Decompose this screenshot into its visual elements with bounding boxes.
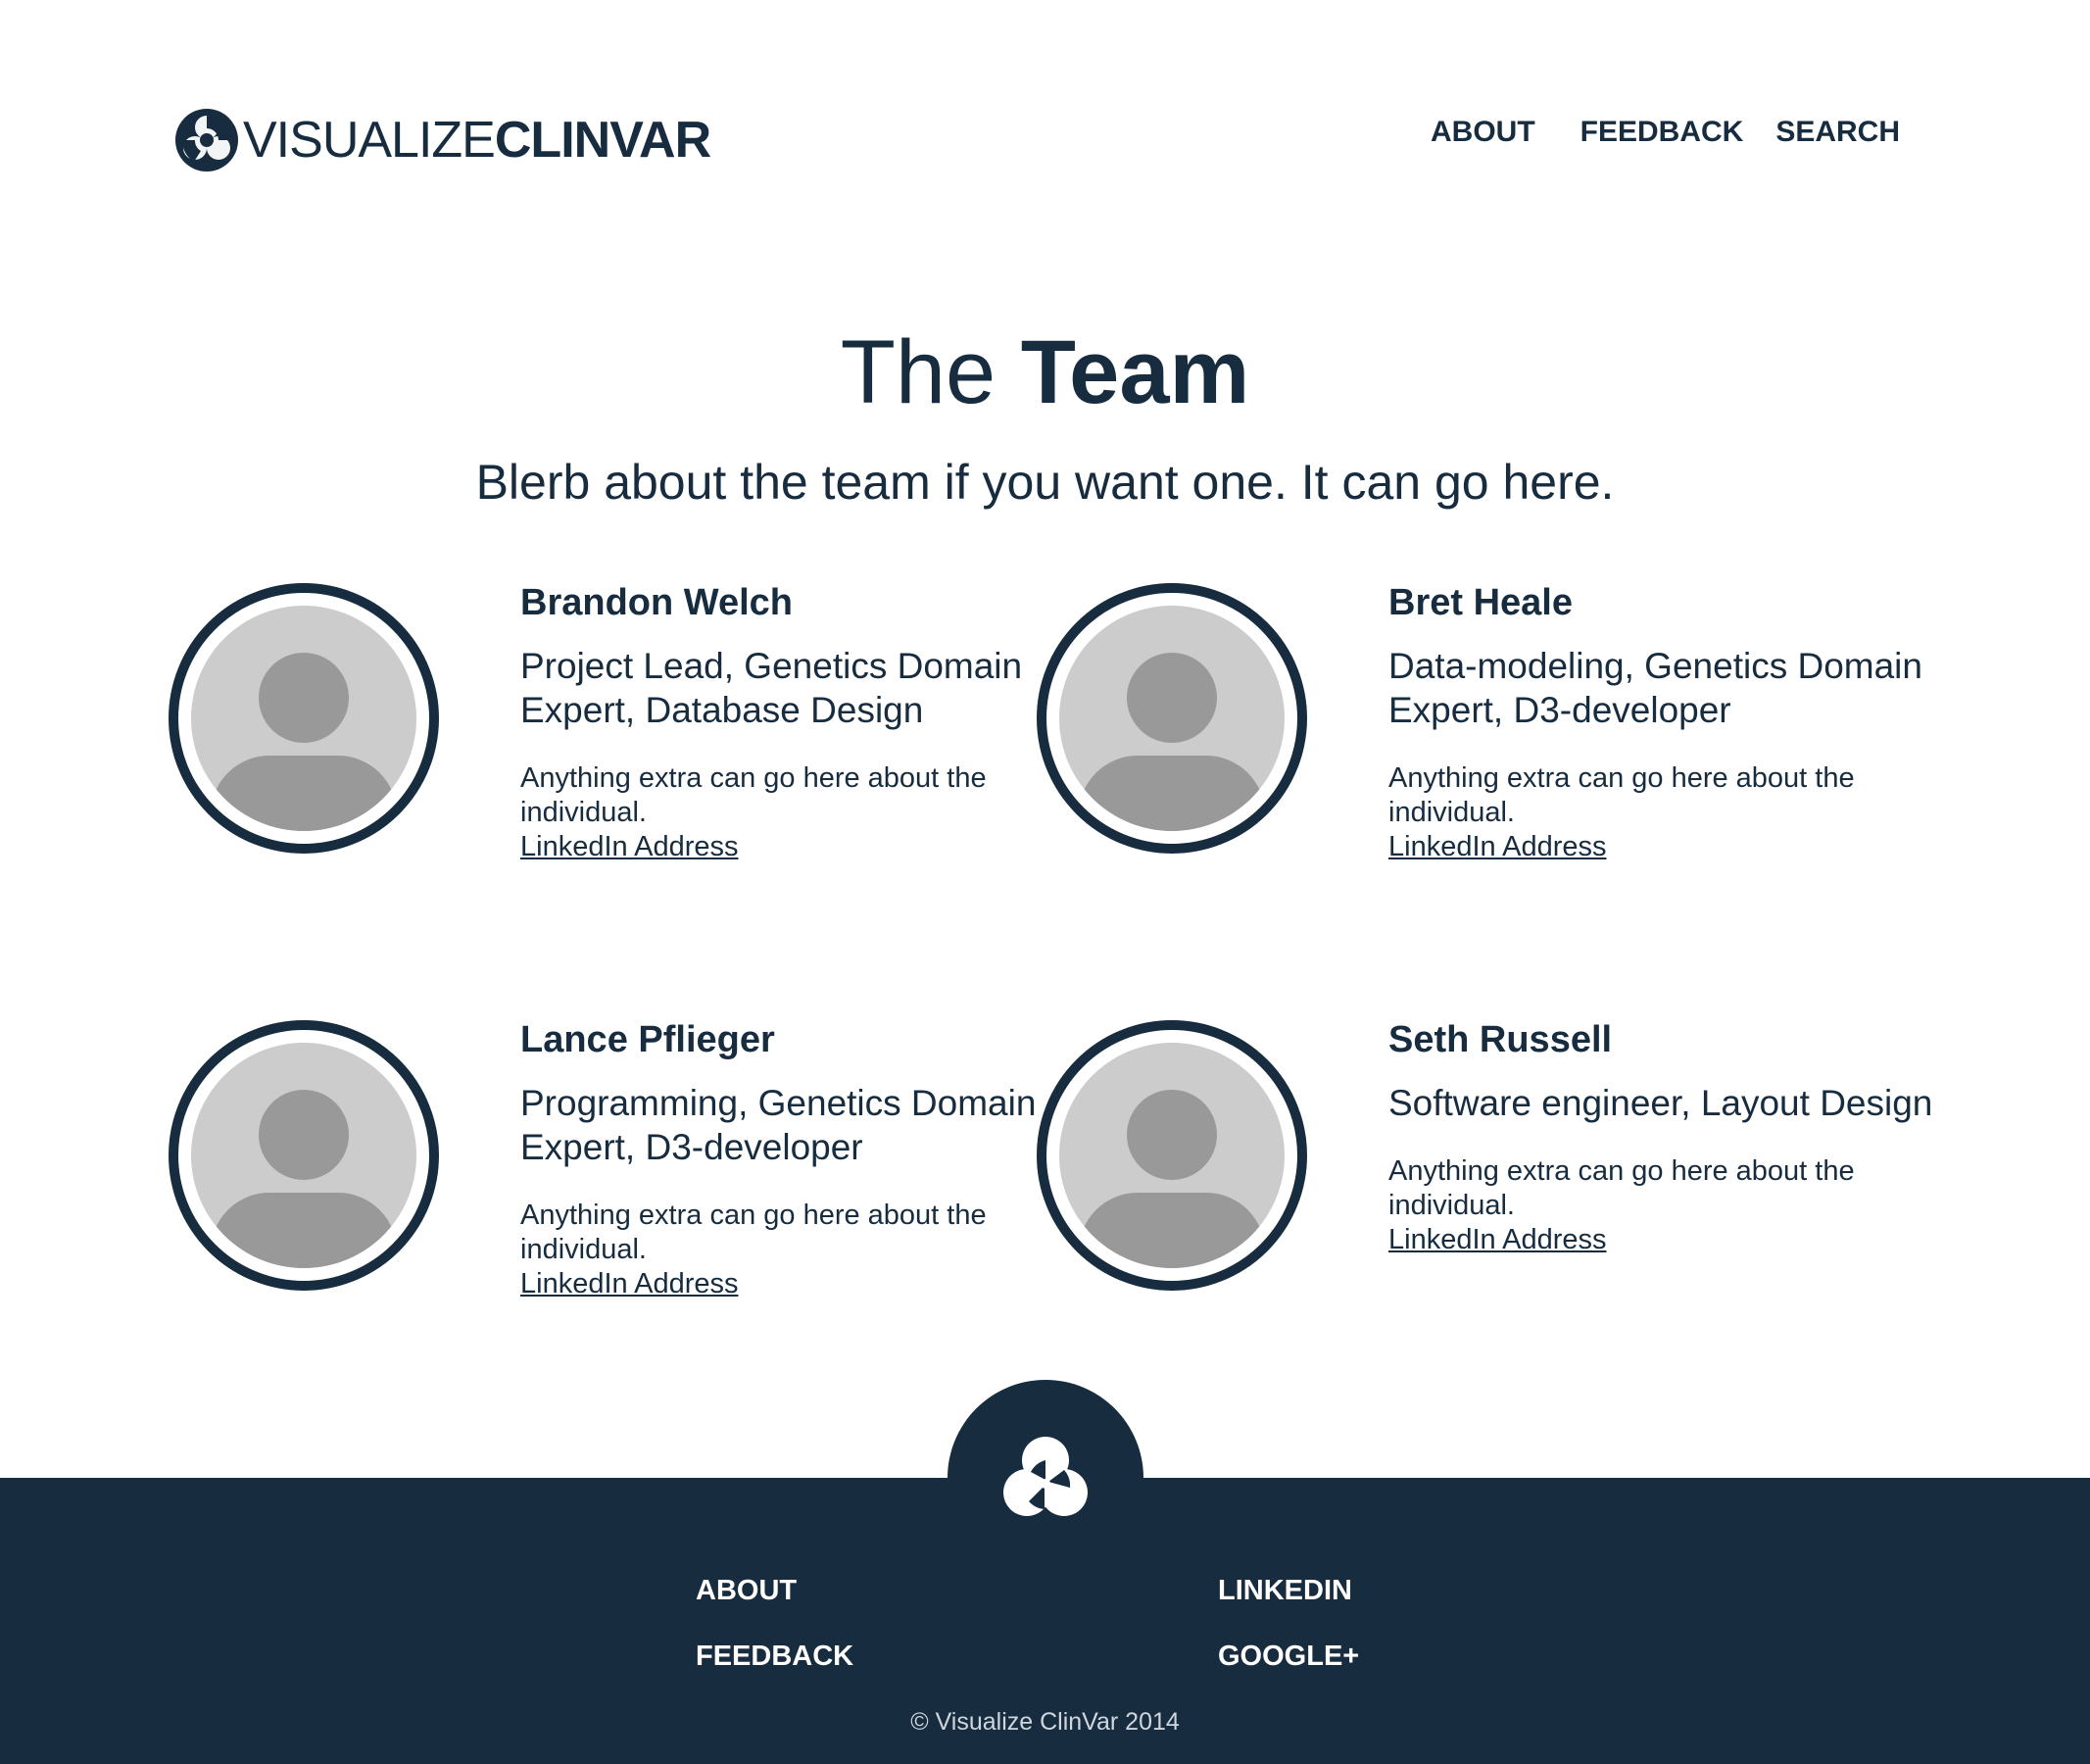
- site-logo[interactable]: VISUALIZECLINVAR: [174, 108, 711, 172]
- member-role: Software engineer, Layout Design: [1388, 1083, 1933, 1123]
- footer-googleplus-link[interactable]: GOOGLE+: [1218, 1640, 1359, 1673]
- footer-about-link[interactable]: ABOUT: [696, 1574, 797, 1607]
- member-note: Anything extra can go here about the ind…: [520, 762, 987, 828]
- footer-feedback-link[interactable]: FEEDBACK: [696, 1640, 853, 1673]
- linkedin-link[interactable]: LinkedIn Address: [1388, 1223, 1606, 1257]
- member-role: Data-modeling, Genetics Domain Expert, D…: [1388, 646, 1922, 730]
- linkedin-link[interactable]: LinkedIn Address: [520, 1267, 738, 1301]
- member-info: Seth Russell Software engineer, Layout D…: [1388, 1018, 1996, 1257]
- member-note: Anything extra can go here about the ind…: [1388, 762, 1855, 828]
- member-info: Brandon Welch Project Lead, Genetics Dom…: [520, 581, 1049, 864]
- logo-wordmark: VISUALIZECLINVAR: [243, 112, 711, 169]
- member-info: Lance Pflieger Programming, Genetics Dom…: [520, 1018, 1069, 1301]
- user-placeholder-icon: [1037, 1020, 1307, 1291]
- user-placeholder-icon: [169, 583, 439, 854]
- site-header: VISUALIZECLINVAR ABOUT FEEDBACK SEARCH: [0, 0, 2090, 225]
- member-name: Lance Pflieger: [520, 1019, 775, 1060]
- member-name: Seth Russell: [1388, 1019, 1613, 1060]
- user-placeholder-icon: [169, 1020, 439, 1291]
- member-name: Bret Heale: [1388, 582, 1573, 623]
- page-title: The Team: [0, 318, 2090, 426]
- member-info: Bret Heale Data-modeling, Genetics Domai…: [1388, 581, 1976, 864]
- copyright-text: © Visualize ClinVar 2014: [910, 1708, 1180, 1736]
- top-nav: ABOUT FEEDBACK SEARCH: [1431, 116, 1900, 149]
- footer-linkedin-link[interactable]: LINKEDIN: [1218, 1574, 1352, 1607]
- clinvar-logo-icon: [175, 109, 238, 172]
- member-note: Anything extra can go here about the ind…: [520, 1200, 987, 1265]
- member-role: Project Lead, Genetics Domain Expert, Da…: [520, 646, 1023, 730]
- nav-about[interactable]: ABOUT: [1431, 116, 1535, 149]
- team-intro: Blerb about the team if you want one. It…: [475, 455, 1615, 510]
- logo-text-light: VISUALIZE: [243, 112, 496, 169]
- member-note: Anything extra can go here about the ind…: [1388, 1155, 1855, 1221]
- page-title-light: The: [840, 322, 1021, 422]
- nav-search[interactable]: SEARCH: [1775, 116, 1900, 149]
- user-placeholder-icon: [1037, 583, 1307, 854]
- logo-text-bold: CLINVAR: [494, 112, 711, 169]
- nav-feedback[interactable]: FEEDBACK: [1580, 116, 1744, 149]
- member-role: Programming, Genetics Domain Expert, D3-…: [520, 1083, 1037, 1167]
- linkedin-link[interactable]: LinkedIn Address: [1388, 830, 1606, 864]
- member-name: Brandon Welch: [520, 582, 793, 623]
- clinvar-logo-icon[interactable]: [996, 1431, 1095, 1531]
- linkedin-link[interactable]: LinkedIn Address: [520, 830, 738, 864]
- page-title-bold: Team: [1020, 322, 1250, 422]
